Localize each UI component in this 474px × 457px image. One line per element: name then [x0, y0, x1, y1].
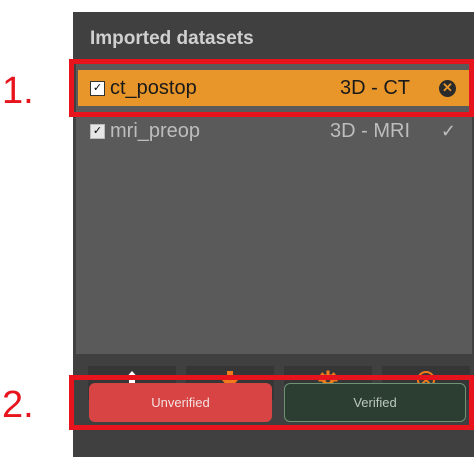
- annotation-box-1: [69, 59, 474, 117]
- annotation-label-2: 2.: [2, 384, 34, 426]
- annotation-label-1: 1.: [2, 70, 34, 112]
- checkmark-icon: ✓: [440, 120, 456, 141]
- dataset-name: mri_preop: [110, 119, 201, 142]
- panel-title: Imported datasets: [90, 28, 254, 49]
- dataset-row-mri-preop[interactable]: ✓ mri_preop 3D - MRI ✓: [78, 113, 470, 149]
- dataset-modality: 3D - MRI: [330, 119, 410, 142]
- dataset-checkbox[interactable]: ✓: [90, 123, 105, 139]
- annotation-box-2: [69, 375, 474, 430]
